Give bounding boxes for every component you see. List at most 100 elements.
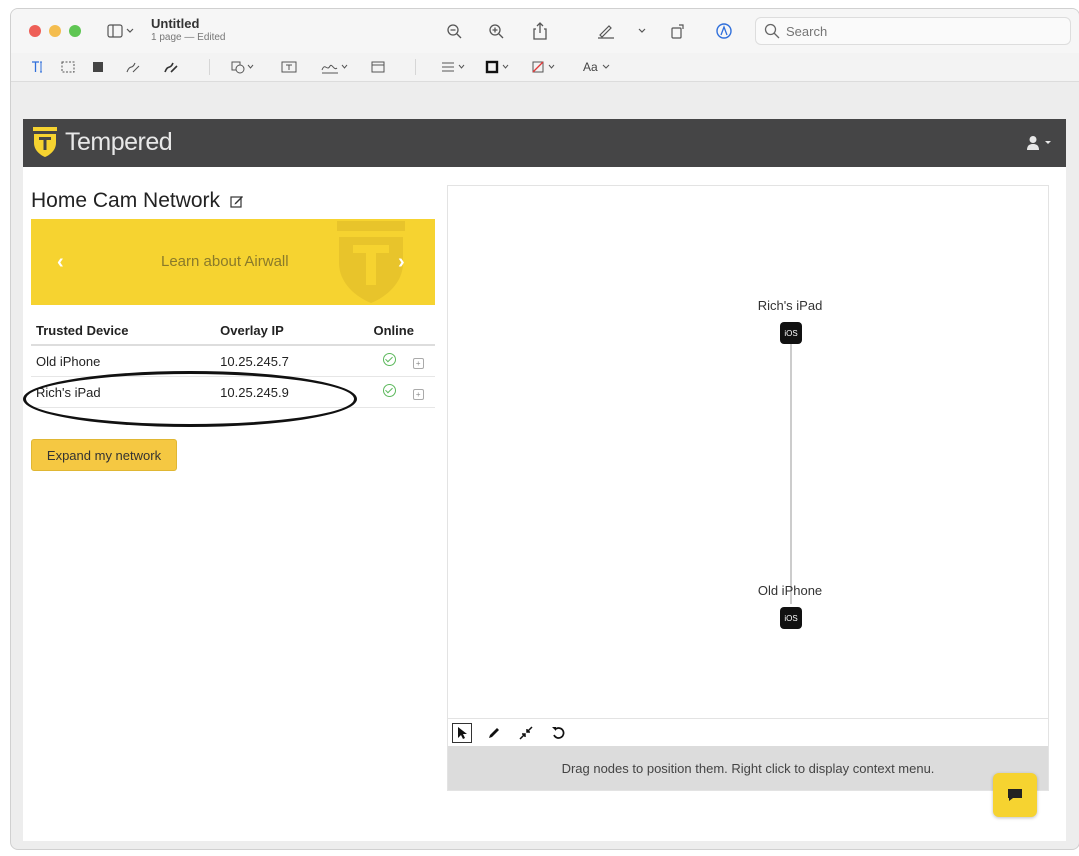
pencil-icon	[489, 727, 499, 738]
network-title: Home Cam Network	[31, 189, 221, 212]
rect-selection-tool[interactable]	[61, 59, 75, 75]
text-style-tool[interactable]: Aa	[583, 59, 613, 75]
expand-row-icon[interactable]: +	[412, 357, 424, 369]
reset-layout-button[interactable]	[548, 723, 568, 743]
network-graph-panel[interactable]: Rich's iPad iOS Old iPhone iOS Drag node…	[447, 185, 1049, 791]
preview-window: Untitled 1 page — Edited Search Aa Tempe…	[10, 8, 1079, 850]
node-label: Old iPhone	[757, 583, 823, 598]
toolbar-divider	[415, 59, 416, 75]
user-menu[interactable]	[1026, 135, 1052, 151]
caret-down-icon	[1045, 141, 1051, 144]
toolbar-divider	[209, 59, 210, 75]
share-button[interactable]	[529, 20, 551, 42]
highlight-annotation-ellipse	[23, 371, 357, 427]
sidebar-icon	[107, 24, 123, 38]
markup-options-button[interactable]	[631, 20, 653, 42]
shapes-tool[interactable]	[231, 59, 255, 75]
table-header-row: Trusted Device Overlay IP Online	[31, 317, 435, 346]
graph-hint-bar: Drag nodes to position them. Right click…	[448, 746, 1048, 790]
chat-bubble-icon	[1008, 789, 1022, 801]
redact-icon	[93, 62, 103, 72]
chevron-down-icon	[126, 28, 134, 33]
sketch-tool[interactable]	[125, 59, 141, 75]
app-header: Tempered	[23, 119, 1066, 167]
document-page: Tempered Home Cam Network ‹ Learn about …	[23, 119, 1066, 841]
sidebar-toggle-button[interactable]	[107, 20, 137, 42]
column-header-ip[interactable]: Overlay IP	[215, 317, 353, 346]
minimize-window-button[interactable]	[49, 25, 61, 37]
document-title: Untitled	[151, 16, 200, 31]
expand-network-button[interactable]: Expand my network	[31, 439, 177, 471]
pen-icon	[598, 25, 614, 39]
draw-edge-button[interactable]	[484, 723, 504, 743]
brand-logo[interactable]: Tempered	[31, 125, 173, 159]
edit-icon[interactable]	[230, 194, 244, 208]
banner-text: Learn about Airwall	[161, 253, 289, 270]
draw-icon	[164, 62, 178, 73]
pointer-icon	[458, 726, 467, 739]
online-check-icon	[383, 384, 397, 397]
document-title-block[interactable]: Untitled 1 page — Edited	[151, 16, 226, 43]
fit-graph-button[interactable]	[516, 723, 536, 743]
note-icon	[371, 61, 385, 73]
airwall-banner[interactable]: ‹ Learn about Airwall ›	[31, 219, 435, 305]
search-field[interactable]	[755, 17, 1071, 45]
rotate-button[interactable]	[667, 20, 689, 42]
graph-node-ios[interactable]: iOS	[780, 322, 802, 344]
select-tool-button[interactable]	[452, 722, 472, 743]
node-label: Rich's iPad	[757, 298, 823, 313]
markup-circle-icon	[716, 23, 732, 39]
border-color-icon	[485, 60, 509, 74]
os-badge: iOS	[784, 328, 798, 338]
share-icon	[533, 22, 547, 40]
search-input[interactable]	[784, 22, 1058, 40]
banner-next-arrow-icon[interactable]: ›	[398, 251, 405, 274]
maximize-window-button[interactable]	[69, 25, 81, 37]
zoom-out-icon	[447, 24, 462, 39]
online-status	[352, 376, 402, 408]
chevron-down-icon	[602, 64, 610, 69]
expand-row-icon[interactable]: +	[412, 388, 424, 400]
zoom-in-button[interactable]	[485, 20, 507, 42]
border-color-tool[interactable]	[485, 59, 513, 75]
lines-icon	[442, 62, 465, 72]
graph-hint-text: Drag nodes to position them. Right click…	[561, 760, 935, 776]
note-tool[interactable]	[371, 59, 385, 75]
graph-edge	[790, 342, 792, 604]
fill-color-tool[interactable]	[531, 59, 559, 75]
annotate-button[interactable]	[713, 20, 735, 42]
network-title-block: Home Cam Network	[31, 189, 244, 213]
zoom-out-button[interactable]	[443, 20, 465, 42]
compress-icon	[519, 725, 533, 740]
title-bar: Untitled 1 page — Edited	[11, 9, 1079, 53]
rect-select-icon	[61, 61, 75, 73]
signature-icon	[321, 64, 348, 74]
column-header-device[interactable]: Trusted Device	[31, 317, 216, 346]
close-window-button[interactable]	[29, 25, 41, 37]
chevron-down-icon	[638, 28, 646, 33]
row-expand-cell: +	[401, 376, 435, 408]
text-cursor-icon	[32, 61, 42, 73]
redact-tool[interactable]	[91, 59, 105, 75]
signature-tool[interactable]	[321, 59, 349, 75]
zoom-in-icon	[489, 24, 504, 39]
online-check-icon	[383, 353, 397, 366]
shape-style-tool[interactable]	[441, 59, 467, 75]
user-icon	[1027, 136, 1039, 150]
tempered-shield-icon	[33, 127, 57, 157]
os-badge: iOS	[784, 613, 798, 623]
banner-prev-arrow-icon[interactable]: ‹	[57, 251, 64, 274]
sketch-icon	[126, 62, 140, 73]
brand-name: Tempered	[65, 127, 173, 156]
column-header-online[interactable]: Online	[352, 317, 435, 346]
markup-pen-button[interactable]	[595, 20, 617, 42]
row-expand-cell: +	[401, 345, 435, 377]
draw-tool[interactable]	[163, 59, 179, 75]
markup-toolbar: Aa	[11, 53, 1079, 82]
graph-toolbar	[448, 718, 1048, 746]
graph-node-ios[interactable]: iOS	[780, 607, 802, 629]
text-selection-tool[interactable]	[31, 59, 45, 75]
search-icon	[764, 23, 780, 39]
chat-button[interactable]	[993, 773, 1037, 817]
text-box-tool[interactable]	[281, 59, 297, 75]
